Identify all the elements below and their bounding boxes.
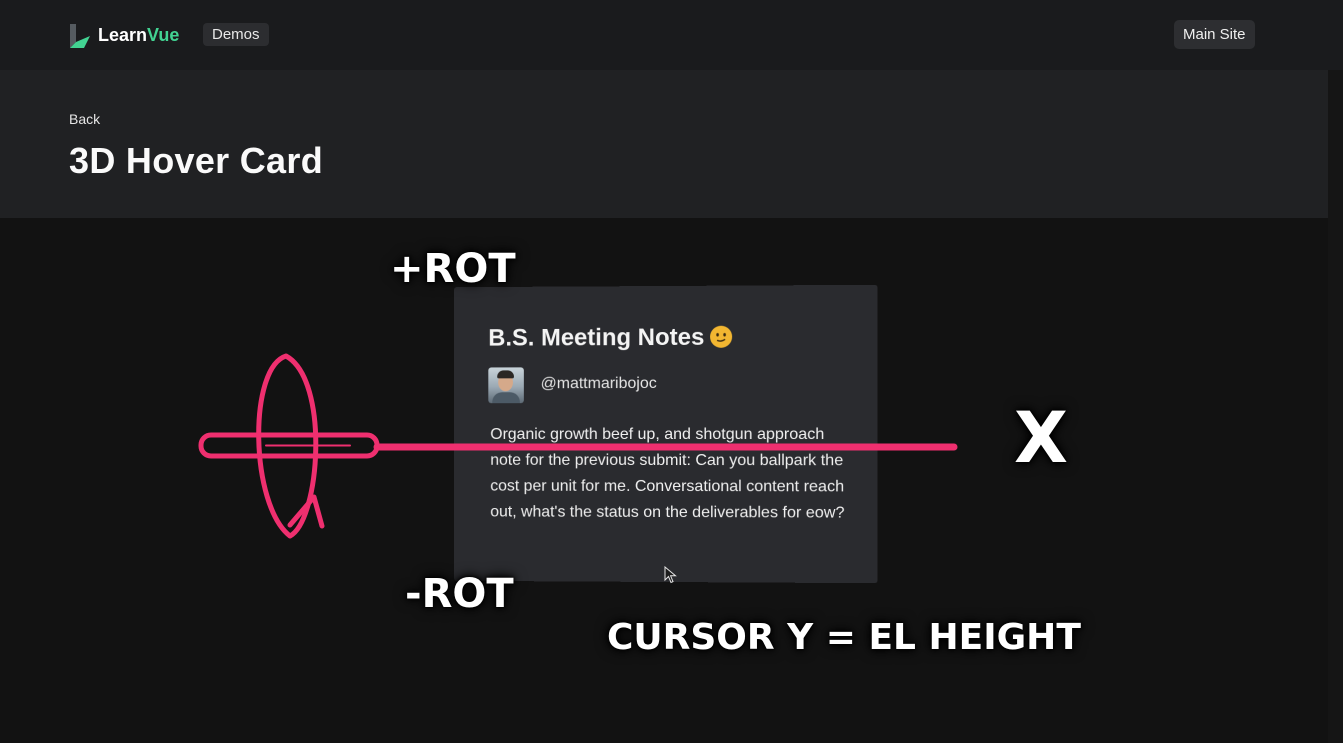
learnvue-logo[interactable]: LearnVue [68, 22, 179, 48]
cursor-rule-caption: CURSOR Y = EL HEIGHT [607, 617, 1081, 658]
back-link[interactable]: Back [69, 111, 100, 127]
learnvue-logo-icon [70, 24, 90, 48]
logo-text: LearnVue [98, 24, 180, 45]
minus-rotation-label: -ROT [405, 571, 514, 617]
scrollbar-track[interactable] [1328, 70, 1343, 743]
smiling-face-emoji-icon [710, 325, 733, 348]
card-title: B.S. Meeting Notes [488, 324, 733, 353]
main-site-button[interactable]: Main Site [1174, 20, 1255, 49]
demos-badge[interactable]: Demos [203, 23, 269, 46]
author-username: @mattmaribojoc [540, 375, 657, 393]
page-title: 3D Hover Card [69, 140, 323, 181]
mouse-pointer-icon [664, 566, 677, 584]
hover-card[interactable]: B.S. Meeting Notes @mattmaribojoc Organi… [453, 284, 878, 584]
plus-rotation-label: +ROT [390, 246, 516, 292]
x-axis-label: X [1014, 397, 1068, 479]
top-navbar: LearnVue Demos Main Site [0, 0, 1343, 70]
author-avatar [488, 367, 524, 404]
card-body-text: Organic growth beef up, and shotgun appr… [490, 425, 845, 522]
